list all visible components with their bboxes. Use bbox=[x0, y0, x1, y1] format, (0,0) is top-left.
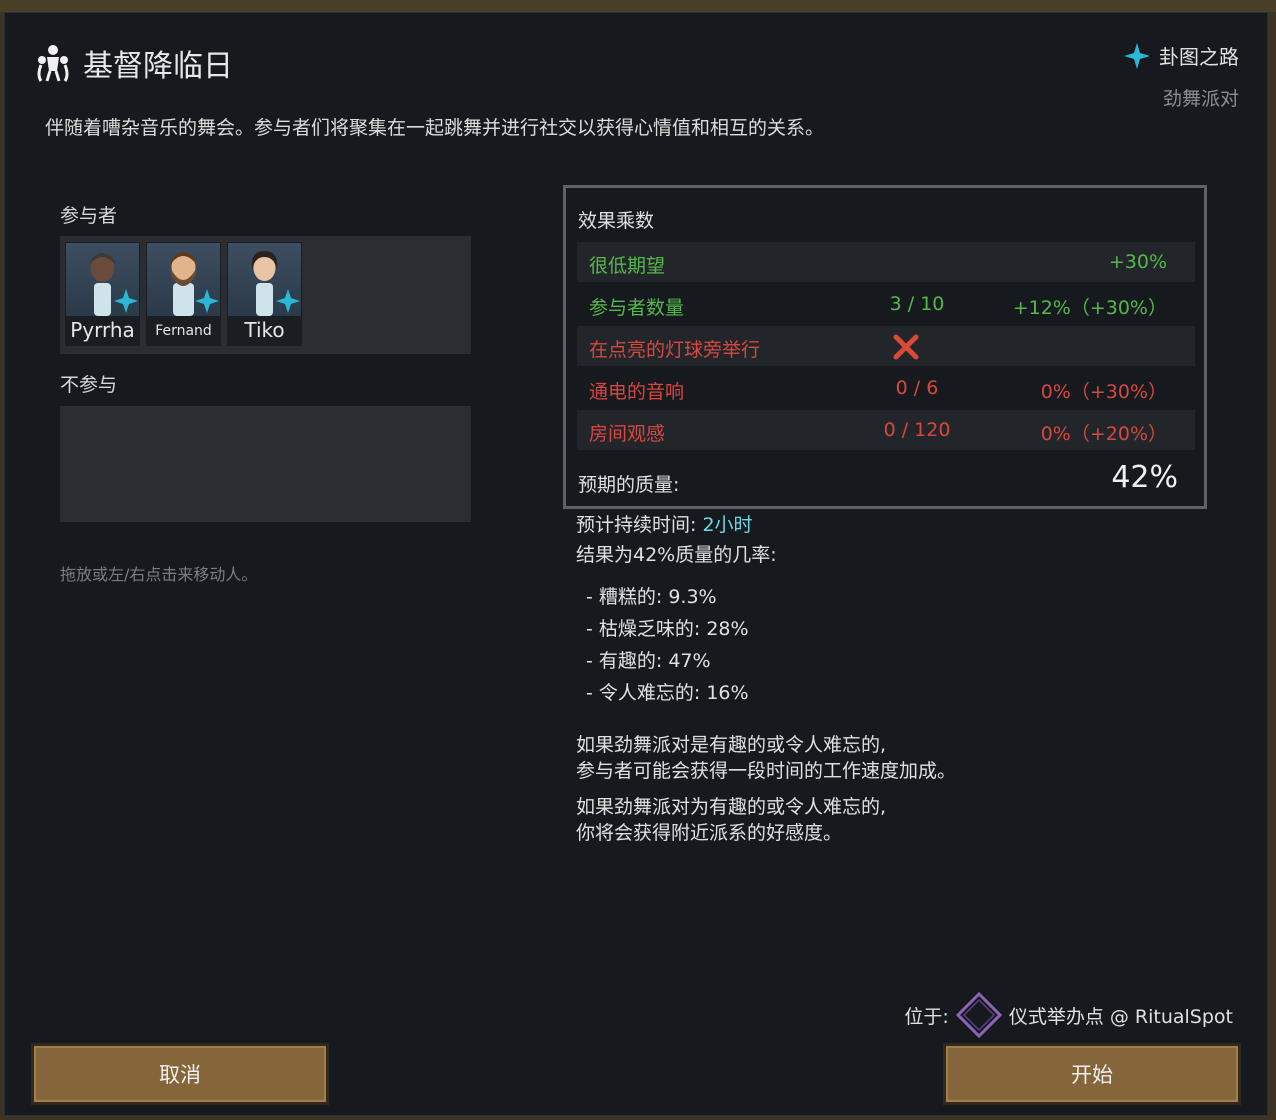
ritual-description: 伴随着嘈杂音乐的舞会。参与者们将聚集在一起跳舞并进行社交以获得心情值和相互的关系… bbox=[45, 117, 825, 139]
effect-value: +12%（+30%） bbox=[1012, 297, 1167, 319]
drag-hint: 拖放或左/右点击来移动人。 bbox=[60, 565, 258, 584]
effect-name: 房间观感 bbox=[589, 423, 666, 445]
ideo-star-icon bbox=[1124, 42, 1150, 69]
note-line: 你将会获得附近派系的好感度。 bbox=[576, 822, 843, 844]
ideo-star-icon bbox=[195, 289, 219, 313]
effects-title: 效果乘数 bbox=[578, 210, 655, 232]
location-label: 位于: bbox=[904, 1005, 949, 1028]
effect-progress: 0 / 6 bbox=[895, 377, 939, 399]
odds-item: - 枯燥乏味的: 28% bbox=[586, 618, 749, 640]
effect-name: 参与者数量 bbox=[589, 297, 685, 319]
note-line: 如果劲舞派对为有趣的或令人难忘的, bbox=[576, 796, 887, 818]
ideoligion-name[interactable]: 卦图之路 bbox=[1159, 41, 1239, 70]
effect-row: 在点亮的灯球旁举行 bbox=[577, 326, 1195, 366]
effect-row: 参与者数量 3 / 10 +12%（+30%） bbox=[577, 284, 1195, 324]
effect-row: 通电的音响 0 / 6 0%（+30%） bbox=[577, 368, 1195, 408]
effect-value: +30% bbox=[1108, 251, 1167, 273]
ideo-star-icon bbox=[276, 289, 300, 313]
dialog-title: 基督降临日 bbox=[83, 49, 233, 84]
effect-row: 很低期望 +30% bbox=[577, 242, 1195, 282]
pawn-name: Pyrrha bbox=[70, 318, 135, 342]
odds-item: - 有趣的: 47% bbox=[586, 650, 711, 672]
note-line: 参与者可能会获得一段时间的工作速度加成。 bbox=[576, 760, 957, 782]
odds-label: 结果为42%质量的几率: bbox=[576, 544, 777, 566]
non-participants-box[interactable] bbox=[60, 406, 471, 522]
pawn-card[interactable]: Tiko bbox=[227, 242, 302, 346]
cancel-button[interactable]: 取消 bbox=[31, 1043, 329, 1105]
duration-value: 2小时 bbox=[702, 514, 753, 536]
effect-row: 房间观感 0 / 120 0%（+20%） bbox=[577, 410, 1195, 450]
start-button[interactable]: 开始 bbox=[943, 1043, 1241, 1105]
ideoligion-info: 卦图之路 劲舞派对 bbox=[1123, 41, 1239, 111]
pawn-card[interactable]: Fernand bbox=[146, 242, 221, 346]
odds-item: - 令人难忘的: 16% bbox=[586, 682, 749, 704]
effects-panel: 效果乘数 很低期望 +30% 参与者数量 3 / 10 +12%（+30%） 在… bbox=[563, 185, 1207, 509]
note-line: 如果劲舞派对是有趣的或令人难忘的, bbox=[576, 734, 887, 756]
ritual-spot-diamond-icon bbox=[955, 991, 1002, 1039]
location-value[interactable]: 仪式举办点 @ RitualSpot bbox=[1009, 1002, 1233, 1029]
pawn-name: Fernand bbox=[155, 323, 212, 339]
pawn-name: Tiko bbox=[244, 318, 285, 342]
ritual-figure-icon bbox=[37, 45, 69, 82]
effect-name: 在点亮的灯球旁举行 bbox=[589, 339, 761, 361]
effect-value: 0%（+20%） bbox=[1040, 423, 1167, 445]
pawn-card[interactable]: Pyrrha bbox=[65, 242, 140, 346]
ritual-dialog: 基督降临日 卦图之路 劲舞派对 伴随着嘈杂音乐的舞会。参与者们将聚集在一起跳舞并… bbox=[4, 12, 1268, 1116]
dialog-header: 基督降临日 bbox=[33, 41, 233, 85]
effect-progress: 3 / 10 bbox=[889, 293, 945, 315]
ritual-type: 劲舞派对 bbox=[1162, 88, 1239, 110]
participants-box[interactable]: Pyrrha Fernand Tiko bbox=[60, 236, 471, 354]
duration-label: 预计持续时间: bbox=[576, 514, 697, 536]
expected-quality-label: 预期的质量: bbox=[578, 474, 680, 496]
ideo-star-icon bbox=[114, 289, 138, 313]
effect-name: 很低期望 bbox=[589, 255, 666, 277]
odds-item: - 糟糕的: 9.3% bbox=[586, 586, 717, 608]
non-participants-label: 不参与 bbox=[60, 374, 118, 396]
ritual-location: 位于: 仪式举办点 @ RitualSpot bbox=[904, 991, 1233, 1039]
expected-quality-value: 42% bbox=[1111, 460, 1178, 495]
effect-progress: 0 / 120 bbox=[883, 419, 951, 441]
duration-line: 预计持续时间: 2小时 bbox=[576, 511, 753, 539]
map-background bbox=[0, 0, 1276, 12]
participants-label: 参与者 bbox=[60, 205, 118, 227]
effect-value: 0%（+30%） bbox=[1040, 381, 1167, 403]
cross-icon bbox=[893, 334, 919, 360]
effect-name: 通电的音响 bbox=[589, 381, 685, 403]
